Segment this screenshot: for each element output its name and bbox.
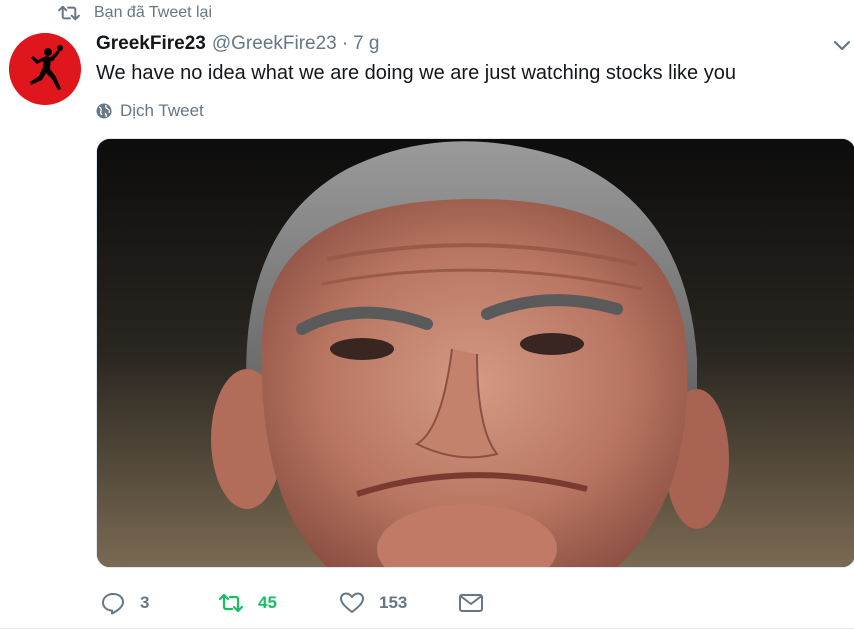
heart-icon	[340, 592, 364, 613]
reply-button[interactable]: 3	[100, 588, 149, 618]
retweet-context-label: Bạn đã Tweet lại	[94, 4, 213, 21]
retweet-active-icon	[218, 593, 244, 613]
retweet-button[interactable]: 45	[218, 588, 277, 618]
reply-icon	[102, 593, 124, 615]
header-separator: ·	[341, 33, 349, 54]
portrait-photo	[97, 139, 854, 567]
tweet-text: We have no idea what we are doing we are…	[96, 62, 736, 84]
retweet-icon	[58, 5, 80, 21]
tweet-actions: 3 45 153	[96, 588, 516, 618]
direct-message-button[interactable]	[458, 588, 498, 618]
like-button[interactable]: 153	[339, 588, 407, 618]
avatar[interactable]	[9, 33, 81, 105]
reply-count: 3	[140, 593, 150, 612]
tweet-photo[interactable]	[96, 138, 854, 568]
jumpman-logo-icon	[9, 33, 81, 105]
tweet-header: GreekFire23 @GreekFire23 · 7 g	[96, 33, 380, 57]
user-handle[interactable]: @GreekFire23	[212, 33, 337, 55]
globe-icon	[96, 103, 112, 119]
tweet-timestamp[interactable]: 7 g	[353, 33, 379, 55]
chevron-down-icon[interactable]	[832, 38, 852, 54]
retweet-count: 45	[258, 593, 277, 612]
translate-label: Dịch Tweet	[120, 101, 204, 120]
translate-tweet-link[interactable]: Dịch Tweet	[96, 101, 204, 121]
retweet-context: Bạn đã Tweet lại	[58, 2, 212, 24]
envelope-icon	[459, 594, 483, 612]
like-count: 153	[379, 593, 408, 612]
divider	[0, 628, 854, 629]
display-name[interactable]: GreekFire23	[96, 33, 206, 55]
